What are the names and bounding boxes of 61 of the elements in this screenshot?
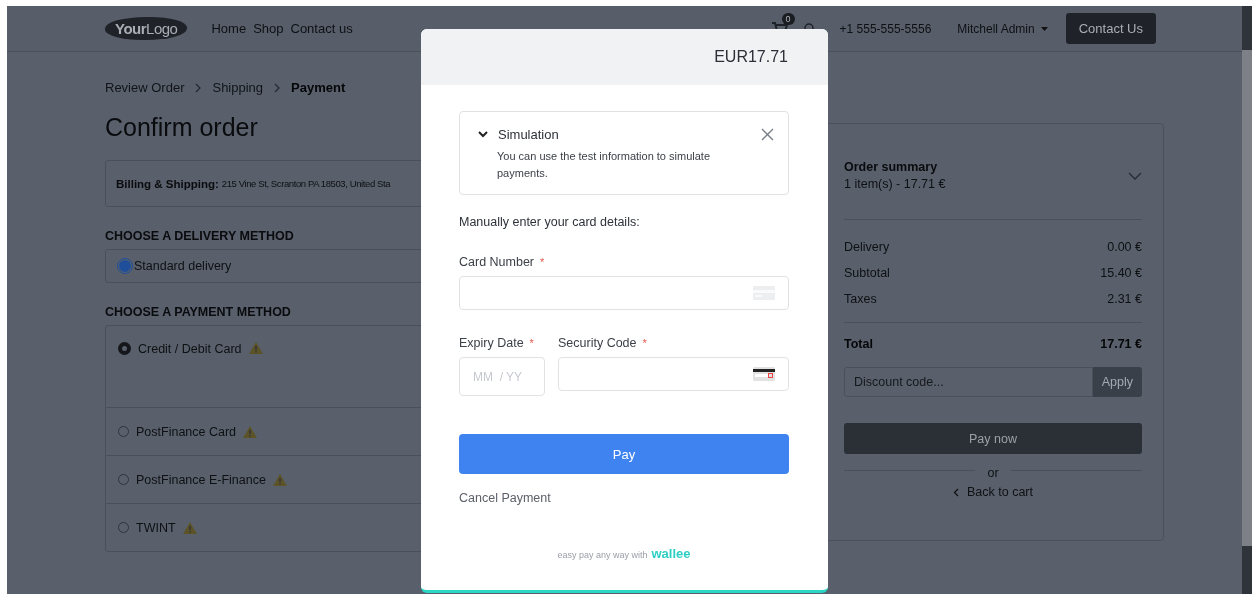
billing-address: 215 Vine St, Scranton PA 18503, United Sta — [221, 178, 391, 189]
field-label: Card Number — [459, 255, 535, 269]
discount-code-field[interactable]: Discount code... — [844, 367, 1093, 397]
scrollbar[interactable] — [1242, 6, 1252, 594]
nav-link[interactable]: Shop — [253, 21, 284, 36]
contact-us-button[interactable]: Contact Us — [1065, 13, 1156, 44]
section-heading: CHOOSE A DELIVERY METHOD — [105, 229, 295, 243]
field-label: Security Code — [558, 336, 637, 350]
payment-method-label[interactable]: TWINT — [136, 520, 176, 535]
page-title: Confirm order — [105, 113, 258, 142]
chevron-left-icon — [953, 487, 959, 497]
summary-label: Subtotal — [844, 266, 890, 280]
payment-method-label[interactable]: PostFinance E-Finance — [136, 472, 266, 487]
total-label: Total — [844, 337, 873, 351]
back-to-cart-link[interactable]: Back to cart — [967, 485, 1033, 499]
phone-number[interactable]: +1 555-555-5556 — [839, 21, 932, 36]
breadcrumb-item[interactable]: Review Order — [105, 80, 185, 95]
required-asterisk: * — [642, 337, 647, 349]
simulation-title: Simulation — [498, 127, 560, 142]
summary-value: 0.00 € — [1107, 240, 1142, 254]
total-value: 17.71 € — [1100, 337, 1142, 351]
payment-method-label[interactable]: Credit / Debit Card — [138, 342, 242, 356]
pay-now-button[interactable]: Pay now — [844, 423, 1142, 454]
chevron-down-icon[interactable] — [478, 131, 488, 138]
delivery-option-label[interactable]: Standard delivery — [134, 259, 232, 273]
summary-label: Delivery — [844, 240, 890, 254]
close-icon[interactable] — [761, 128, 774, 141]
footer-text: easy pay any way with — [557, 550, 648, 560]
summary-value: 2.31 € — [1107, 292, 1142, 306]
required-asterisk: * — [529, 337, 534, 349]
radio-button[interactable] — [119, 260, 131, 272]
cart-count-badge: 0 — [781, 12, 795, 25]
breadcrumb-item[interactable]: Shipping — [212, 80, 264, 95]
billing-label: Billing & Shipping: — [116, 177, 219, 190]
caret-down-icon[interactable] — [1040, 26, 1048, 31]
pay-button[interactable]: Pay — [459, 434, 789, 474]
payment-method-label[interactable]: PostFinance Card — [136, 424, 237, 439]
apply-button[interactable]: Apply — [1092, 367, 1142, 397]
field-label: Expiry Date — [459, 336, 524, 350]
security-code-field[interactable] — [558, 357, 789, 391]
summary-label: Taxes — [844, 292, 877, 306]
chevron-icon — [194, 82, 203, 93]
nav-link[interactable]: Home — [211, 21, 247, 36]
order-summary-title: Order summary — [844, 160, 939, 174]
card-back-icon — [753, 367, 775, 381]
cancel-payment-link[interactable]: Cancel Payment — [459, 491, 551, 505]
logo[interactable]: YourLogo — [105, 17, 188, 40]
required-asterisk: * — [540, 256, 545, 268]
chevron-icon — [273, 82, 282, 93]
nav-link[interactable]: Contact us — [290, 21, 353, 36]
brand-name: wallee — [651, 546, 691, 561]
payment-amount: EUR17.71 — [714, 48, 788, 66]
instruction-text: Manually enter your card details: — [459, 215, 641, 229]
breadcrumb-item[interactable]: Payment — [291, 80, 346, 95]
card-number-field[interactable] — [459, 276, 789, 310]
simulation-description: You can use the test information to simulate payments. — [497, 149, 711, 181]
radio-button[interactable] — [118, 342, 131, 355]
summary-value: 15.40 € — [1100, 266, 1142, 280]
user-menu[interactable]: Mitchell Admin — [957, 21, 1035, 36]
item-count: 1 item(s) - 17.71 € — [844, 177, 946, 191]
section-heading: CHOOSE A PAYMENT METHOD — [105, 305, 292, 319]
